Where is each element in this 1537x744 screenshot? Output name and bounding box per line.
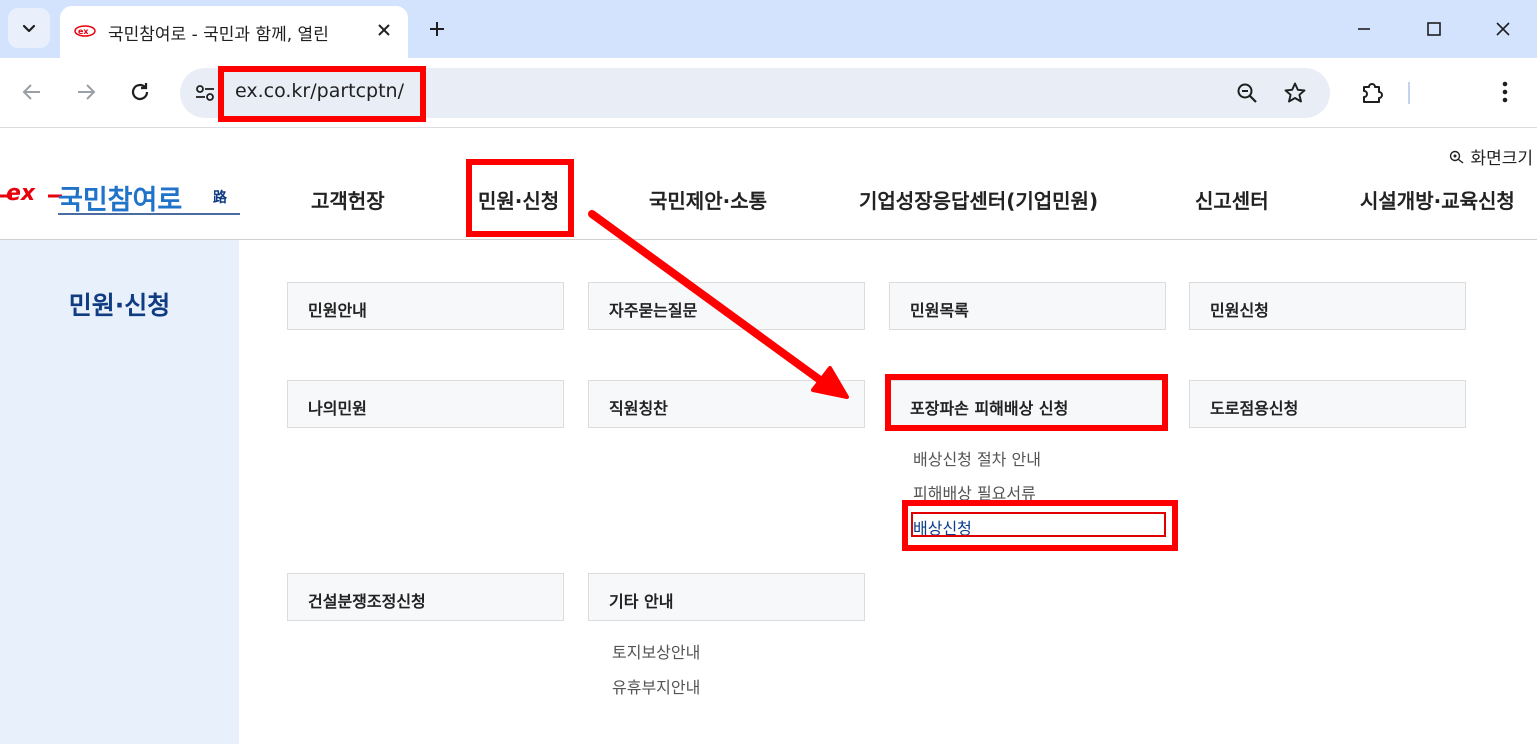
screen-size-button[interactable]: 화면크기 — [1448, 144, 1533, 169]
menu-construction-dispute[interactable]: 건설분쟁조정신청 — [287, 573, 564, 621]
gnb-customer-charter[interactable]: 고객헌장 — [311, 185, 385, 214]
window-close-icon — [1496, 22, 1510, 36]
minimize-button[interactable] — [1344, 10, 1384, 48]
browser-tab[interactable]: ex 국민참여로 - 국민과 함께, 열린 — [60, 6, 408, 58]
maximize-button[interactable] — [1414, 10, 1454, 48]
browser-tabstrip: ex 국민참여로 - 국민과 함께, 열린 — [0, 0, 1537, 58]
bookmark-button[interactable] — [1282, 80, 1308, 106]
chevron-down-icon — [22, 24, 36, 33]
svg-text:ex: ex — [6, 181, 36, 206]
maximize-icon — [1427, 22, 1441, 36]
menu-road-occupancy[interactable]: 도로점용신청 — [1189, 380, 1466, 428]
svg-text:路: 路 — [213, 189, 228, 206]
sublink-claim-procedure[interactable]: 배상신청 절차 안내 — [913, 446, 1041, 470]
focus-ring-claim-apply — [911, 512, 1166, 537]
site-info-button[interactable] — [192, 80, 218, 106]
kebab-menu-icon — [1502, 81, 1508, 103]
zoom-icon — [1237, 83, 1257, 103]
tab-search-button[interactable] — [8, 8, 50, 48]
menu-complaint-guide[interactable]: 민원안내 — [287, 282, 564, 330]
svg-text:ex: ex — [78, 27, 89, 36]
sublink-land-compensation[interactable]: 토지보상안내 — [612, 639, 700, 663]
menu-complaint-apply[interactable]: 민원신청 — [1189, 282, 1466, 330]
logo-text: 국민참여로 — [58, 185, 182, 216]
highlight-url — [218, 66, 426, 122]
menu-faq[interactable]: 자주묻는질문 — [588, 282, 865, 330]
gnb-facility-education[interactable]: 시설개방·교육신청 — [1360, 185, 1515, 214]
highlight-pavement-claim — [885, 374, 1168, 431]
sublink-idle-land[interactable]: 유휴부지안내 — [612, 674, 700, 698]
star-icon — [1284, 82, 1306, 103]
magnifier-icon — [1450, 150, 1464, 164]
screen-size-label: 화면크기 — [1470, 149, 1533, 169]
extensions-icon — [1363, 83, 1383, 103]
reload-button[interactable] — [122, 74, 158, 110]
gnb-business-growth-center[interactable]: 기업성장응답센터(기업민원) — [859, 185, 1098, 214]
extensions-button[interactable] — [1356, 75, 1390, 109]
new-tab-button[interactable] — [422, 14, 452, 44]
window-close-button[interactable] — [1483, 10, 1523, 48]
tab-title: 국민참여로 - 국민과 함께, 열린 — [108, 25, 329, 44]
site-logo[interactable]: ex 국민참여로 路 — [0, 176, 245, 220]
menu-my-complaint[interactable]: 나의민원 — [287, 380, 564, 428]
plus-icon — [430, 22, 444, 36]
browser-menu-button[interactable] — [1490, 75, 1520, 109]
sidebar-title: 민원·신청 — [68, 291, 171, 320]
menu-complaint-list[interactable]: 민원목록 — [889, 282, 1166, 330]
back-button[interactable] — [14, 74, 50, 110]
gnb-proposal-communication[interactable]: 국민제안·소통 — [649, 185, 767, 214]
favicon-icon: ex — [74, 25, 96, 37]
site-info-icon — [196, 85, 214, 101]
zoom-button[interactable] — [1234, 80, 1260, 106]
close-icon — [378, 24, 390, 36]
gnb-report-center[interactable]: 신고센터 — [1195, 185, 1269, 214]
reload-icon — [131, 83, 149, 101]
highlight-gnb-complaint — [466, 159, 574, 237]
toolbar-separator — [1408, 82, 1410, 104]
logo-graphic: ex 국민참여로 路 — [0, 181, 240, 216]
menu-staff-praise[interactable]: 직원칭찬 — [588, 380, 865, 428]
forward-button[interactable] — [68, 74, 104, 110]
minimize-icon — [1358, 28, 1370, 30]
site-header: 화면크기 ex 국민참여로 路 고객헌장 민원·신청 국민제안·소통 기업성장응… — [0, 128, 1537, 240]
left-sidebar: 민원·신청 — [0, 240, 239, 744]
back-icon — [22, 84, 40, 100]
forward-icon — [78, 84, 96, 100]
menu-other-guide[interactable]: 기타 안내 — [588, 573, 865, 621]
tab-close-button[interactable] — [372, 18, 396, 42]
